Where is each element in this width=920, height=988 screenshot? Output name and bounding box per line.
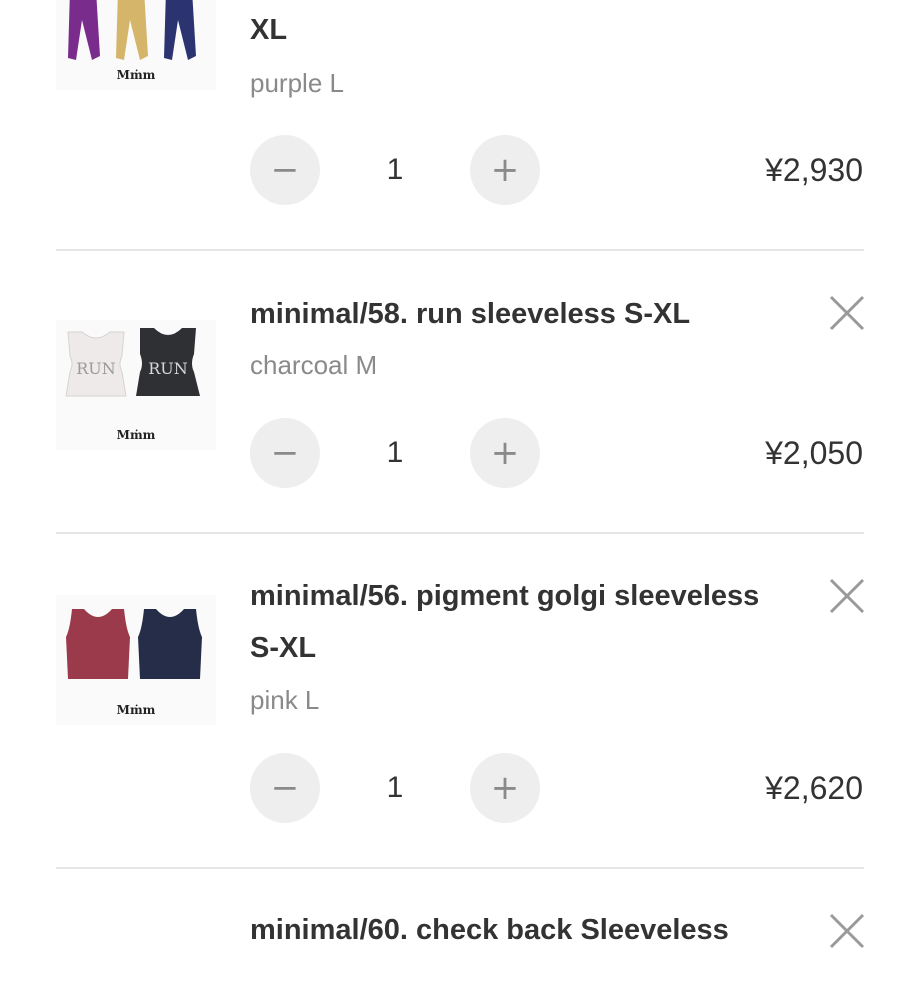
cart-list: Mṁm XL purple L − 1 + ¥2,930 RUN RUN Mṁm… [0,0,920,949]
product-title[interactable]: minimal/60. check back Sleeveless [250,904,810,956]
item-price: ¥2,930 [765,152,863,188]
minus-icon: − [270,150,300,190]
cart-item: RUN RUN Mṁm minimal/58. run sleeveless S… [0,250,920,533]
increase-quantity-button[interactable]: + [470,135,540,205]
product-thumbnail[interactable]: RUN RUN Mṁm [56,320,216,450]
product-variant: charcoal M [250,350,378,380]
svg-text:RUN: RUN [148,359,188,378]
close-icon[interactable] [828,294,866,332]
product-title[interactable]: minimal/58. run sleeveless S-XL [250,288,810,340]
plus-icon: + [490,150,520,190]
cart-item: Mṁm minimal/56. pigment golgi sleeveless… [0,533,920,868]
quantity-value: 1 [386,436,404,469]
increase-quantity-button[interactable]: + [470,753,540,823]
quantity-value: 1 [386,771,404,804]
decrease-quantity-button[interactable]: − [250,753,320,823]
quantity-value: 1 [386,153,404,186]
minus-icon: − [270,768,300,808]
svg-text:RUN: RUN [76,359,116,378]
cart-item: Mṁm XL purple L − 1 + ¥2,930 [0,0,920,250]
increase-quantity-button[interactable]: + [470,418,540,488]
brand-mark: Mṁm [116,428,156,442]
brand-mark: Mṁm [116,703,156,717]
product-variant: pink L [250,685,320,715]
decrease-quantity-button[interactable]: − [250,418,320,488]
product-title[interactable]: XL [250,4,810,56]
product-variant: purple L [250,68,344,98]
plus-icon: + [490,433,520,473]
item-price: ¥2,050 [765,435,863,471]
decrease-quantity-button[interactable]: − [250,135,320,205]
close-icon[interactable] [828,912,866,950]
minus-icon: − [270,433,300,473]
item-price: ¥2,620 [765,770,863,806]
plus-icon: + [490,768,520,808]
product-title[interactable]: minimal/56. pigment golgi sleeveless S-X… [250,570,795,674]
brand-mark: Mṁm [116,68,156,82]
product-thumbnail[interactable]: Mṁm [56,595,216,725]
cart-item: minimal/60. check back Sleeveless [0,868,920,988]
close-icon[interactable] [828,577,866,615]
product-thumbnail[interactable]: Mṁm [56,0,216,90]
